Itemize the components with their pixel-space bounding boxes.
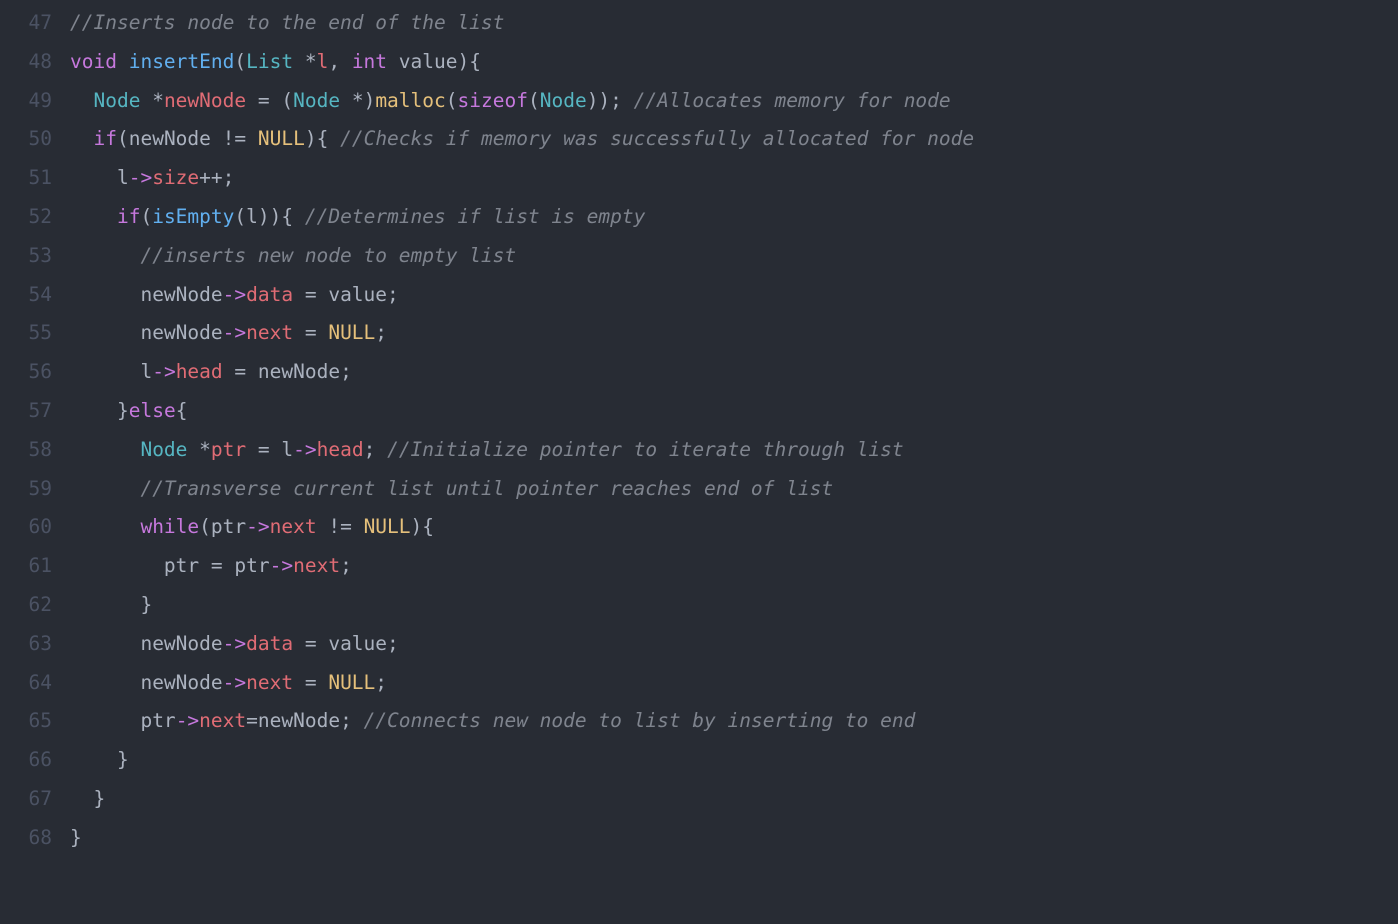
- code-area[interactable]: //Inserts node to the end of the listvoi…: [70, 4, 1398, 858]
- code-line[interactable]: }: [70, 741, 1398, 780]
- line-number: 61: [0, 547, 52, 586]
- code-line[interactable]: //Transverse current list until pointer …: [70, 470, 1398, 509]
- code-line[interactable]: l->size++;: [70, 159, 1398, 198]
- line-number: 50: [0, 120, 52, 159]
- code-line[interactable]: //Inserts node to the end of the list: [70, 4, 1398, 43]
- line-number: 49: [0, 82, 52, 121]
- code-line[interactable]: Node *newNode = (Node *)malloc(sizeof(No…: [70, 82, 1398, 121]
- line-number: 52: [0, 198, 52, 237]
- code-line[interactable]: ptr->next=newNode; //Connects new node t…: [70, 702, 1398, 741]
- code-line[interactable]: }: [70, 586, 1398, 625]
- code-line[interactable]: newNode->data = value;: [70, 276, 1398, 315]
- code-line[interactable]: newNode->next = NULL;: [70, 664, 1398, 703]
- line-number: 60: [0, 508, 52, 547]
- line-number: 58: [0, 431, 52, 470]
- line-number: 64: [0, 664, 52, 703]
- line-number: 68: [0, 819, 52, 858]
- line-number: 54: [0, 276, 52, 315]
- line-number: 57: [0, 392, 52, 431]
- code-line[interactable]: Node *ptr = l->head; //Initialize pointe…: [70, 431, 1398, 470]
- line-number: 66: [0, 741, 52, 780]
- code-line[interactable]: while(ptr->next != NULL){: [70, 508, 1398, 547]
- line-number: 55: [0, 314, 52, 353]
- code-line[interactable]: l->head = newNode;: [70, 353, 1398, 392]
- line-number-gutter: 47 48 49 50 51 52 53 54 55 56 57 58 59 6…: [0, 4, 70, 858]
- code-line[interactable]: }: [70, 819, 1398, 858]
- code-line[interactable]: }: [70, 780, 1398, 819]
- code-line[interactable]: //inserts new node to empty list: [70, 237, 1398, 276]
- line-number: 47: [0, 4, 52, 43]
- code-line[interactable]: newNode->data = value;: [70, 625, 1398, 664]
- line-number: 67: [0, 780, 52, 819]
- line-number: 63: [0, 625, 52, 664]
- line-number: 65: [0, 702, 52, 741]
- code-line[interactable]: ptr = ptr->next;: [70, 547, 1398, 586]
- line-number: 59: [0, 470, 52, 509]
- line-number: 48: [0, 43, 52, 82]
- line-number: 51: [0, 159, 52, 198]
- code-line[interactable]: void insertEnd(List *l, int value){: [70, 43, 1398, 82]
- code-line[interactable]: }else{: [70, 392, 1398, 431]
- line-number: 62: [0, 586, 52, 625]
- code-editor[interactable]: 47 48 49 50 51 52 53 54 55 56 57 58 59 6…: [0, 0, 1398, 858]
- code-line[interactable]: newNode->next = NULL;: [70, 314, 1398, 353]
- line-number: 56: [0, 353, 52, 392]
- code-line[interactable]: if(isEmpty(l)){ //Determines if list is …: [70, 198, 1398, 237]
- code-line[interactable]: if(newNode != NULL){ //Checks if memory …: [70, 120, 1398, 159]
- line-number: 53: [0, 237, 52, 276]
